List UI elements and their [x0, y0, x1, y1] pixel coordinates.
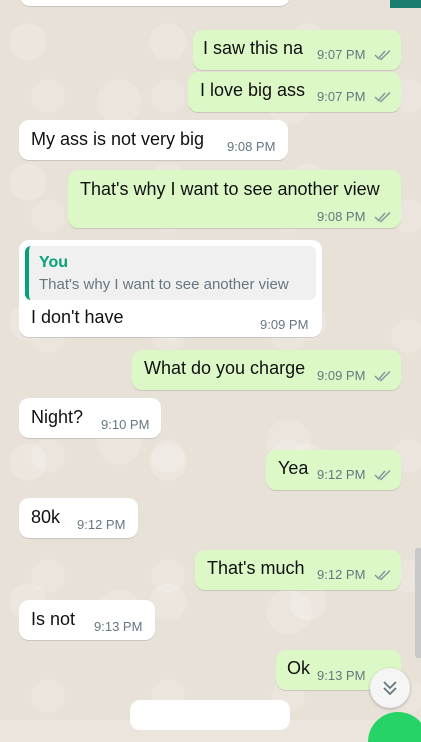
incoming-message[interactable]: Night? 9:10 PM	[19, 398, 161, 438]
message-text: I saw this na	[203, 38, 304, 58]
incoming-message[interactable]: My ass is not very big 9:08 PM	[19, 120, 288, 160]
message-time: 9:12 PM	[77, 517, 126, 532]
message-time: 9:13 PM	[317, 668, 366, 683]
incoming-message[interactable]: 80k 9:12 PM	[19, 498, 138, 538]
message-time: 9:09 PM	[317, 368, 366, 383]
outgoing-message[interactable]: That's why I want to see another view 9:…	[68, 170, 401, 228]
message-time: 9:07 PM	[317, 89, 366, 104]
chevron-double-down-icon	[382, 679, 398, 702]
double-check-icon	[374, 469, 392, 481]
quoted-message[interactable]: You That's why I want to see another vie…	[25, 246, 316, 300]
incoming-reply-message[interactable]: You That's why I want to see another vie…	[19, 240, 322, 337]
message-text: I don't have	[31, 307, 124, 327]
message-text: I love big ass	[200, 80, 306, 100]
message-time: 9:12 PM	[317, 567, 366, 582]
message-time: 9:08 PM	[227, 139, 276, 154]
scrollbar-handle[interactable]	[415, 548, 421, 658]
message-text: What do you charge	[144, 358, 306, 378]
outgoing-message[interactable]: I love big ass 9:07 PM	[188, 72, 401, 112]
message-time: 9:07 PM	[317, 47, 366, 62]
incoming-message[interactable]: Is not 9:13 PM	[19, 600, 155, 640]
outgoing-message[interactable]: That's much 9:12 PM	[195, 550, 401, 590]
message-time: 9:09 PM	[260, 317, 309, 332]
message-time: 9:12 PM	[317, 467, 366, 482]
message-text: My ass is not very big	[31, 129, 205, 149]
message-text: Is not	[31, 609, 76, 629]
quote-text: That's why I want to see another view	[39, 276, 289, 293]
double-check-icon	[374, 569, 392, 581]
message-text: Ok	[287, 658, 311, 678]
message-time: 9:10 PM	[101, 417, 150, 432]
message-text: 80k	[31, 507, 61, 527]
next-message-edge	[130, 700, 290, 730]
double-check-icon	[374, 211, 392, 223]
outgoing-message[interactable]: I saw this na 9:07 PM	[193, 30, 401, 70]
outgoing-message[interactable]: Yea 9:12 PM	[266, 450, 401, 490]
message-text: Yea	[278, 458, 309, 478]
double-check-icon	[374, 370, 392, 382]
scroll-to-bottom-button[interactable]	[370, 668, 410, 708]
message-text: Night?	[31, 407, 84, 427]
message-time: 9:08 PM	[317, 209, 366, 224]
message-text: That's much	[207, 558, 305, 578]
message-text: That's why I want to see another view	[80, 179, 380, 199]
message-time: 9:13 PM	[94, 619, 143, 634]
quote-author: You	[39, 254, 69, 271]
previous-message-edge	[0, 0, 421, 8]
double-check-icon	[374, 49, 392, 61]
double-check-icon	[374, 91, 392, 103]
outgoing-message[interactable]: What do you charge 9:09 PM	[132, 350, 401, 390]
